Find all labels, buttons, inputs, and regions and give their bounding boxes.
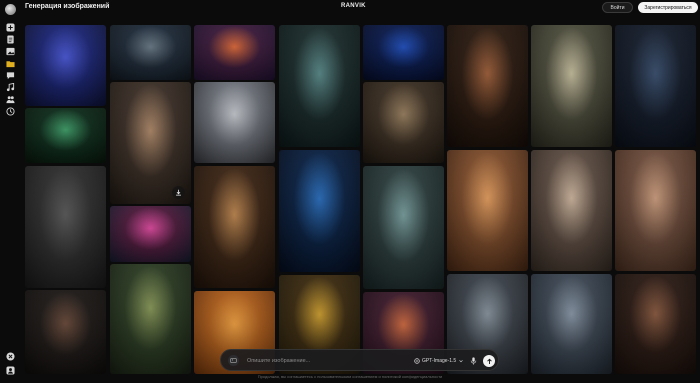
blue-cyborg-knight-image[interactable] bbox=[25, 25, 106, 106]
sidebar bbox=[0, 0, 20, 383]
page-title: Генерация изображений bbox=[25, 3, 110, 10]
prompt-input[interactable] bbox=[247, 355, 407, 366]
woman-window-light-image[interactable] bbox=[194, 166, 275, 288]
energy-drink-can-image[interactable] bbox=[363, 25, 444, 80]
folder-icon[interactable] bbox=[6, 59, 15, 68]
model-label: GPT-Image-1.5 bbox=[422, 357, 457, 364]
chat-icon[interactable] bbox=[6, 71, 15, 80]
cute-robot-image[interactable] bbox=[194, 82, 275, 163]
top-bar: Генерация изображений RANVIK Войти Зарег… bbox=[0, 0, 700, 20]
plus-icon[interactable] bbox=[6, 23, 15, 32]
microphone-icon[interactable] bbox=[469, 355, 478, 366]
cheburashka-image[interactable] bbox=[279, 25, 360, 147]
login-button[interactable]: Войти bbox=[602, 2, 633, 13]
history-icon[interactable] bbox=[6, 107, 15, 116]
woman-beach-image[interactable] bbox=[615, 150, 696, 271]
prompt-bar: GPT-Image-1.5 bbox=[220, 349, 499, 371]
neon-street-crowd-image[interactable] bbox=[110, 206, 191, 262]
model-select[interactable]: GPT-Image-1.5 bbox=[414, 355, 464, 366]
peaky-blinders-image[interactable] bbox=[25, 166, 106, 288]
flying-cow-space-image[interactable] bbox=[279, 150, 360, 272]
modern-house-image[interactable] bbox=[531, 25, 612, 147]
concrete-tower-image[interactable] bbox=[531, 274, 612, 374]
dragon-storm-image[interactable] bbox=[110, 25, 191, 80]
arrow-up-icon bbox=[486, 358, 492, 364]
document-icon[interactable] bbox=[6, 35, 15, 44]
anime-warrior-girl-image[interactable] bbox=[194, 25, 275, 80]
image-icon[interactable] bbox=[6, 47, 15, 56]
model-icon bbox=[414, 357, 420, 364]
users-icon[interactable] bbox=[6, 95, 15, 104]
fashion-women-image[interactable] bbox=[25, 290, 106, 374]
attach-image-icon[interactable] bbox=[228, 355, 239, 366]
footer-legal-text: Продолжая, вы соглашаетесь с пользовател… bbox=[257, 374, 443, 379]
astronaut-portrait-image[interactable] bbox=[447, 25, 528, 147]
signup-button[interactable]: Зарегистрироваться bbox=[638, 2, 698, 13]
send-button[interactable] bbox=[483, 355, 495, 367]
robots-classroom-image[interactable] bbox=[363, 166, 444, 289]
music-icon[interactable] bbox=[6, 83, 15, 92]
brand-name[interactable]: RANVIK bbox=[341, 3, 366, 9]
stone-warrior-statue-image[interactable] bbox=[110, 264, 191, 374]
two-women-studio-image[interactable] bbox=[531, 150, 612, 271]
glowing-forest-image[interactable] bbox=[25, 108, 106, 163]
puppy-red-square-image[interactable] bbox=[447, 150, 528, 271]
download-icon[interactable] bbox=[172, 186, 185, 199]
close-circle-icon[interactable] bbox=[6, 352, 15, 361]
medieval-crowd-image[interactable] bbox=[363, 82, 444, 163]
bodybuilder-woman-image[interactable] bbox=[615, 274, 696, 374]
chevron-down-icon bbox=[459, 359, 463, 362]
city-rain-night-image[interactable] bbox=[615, 25, 696, 147]
